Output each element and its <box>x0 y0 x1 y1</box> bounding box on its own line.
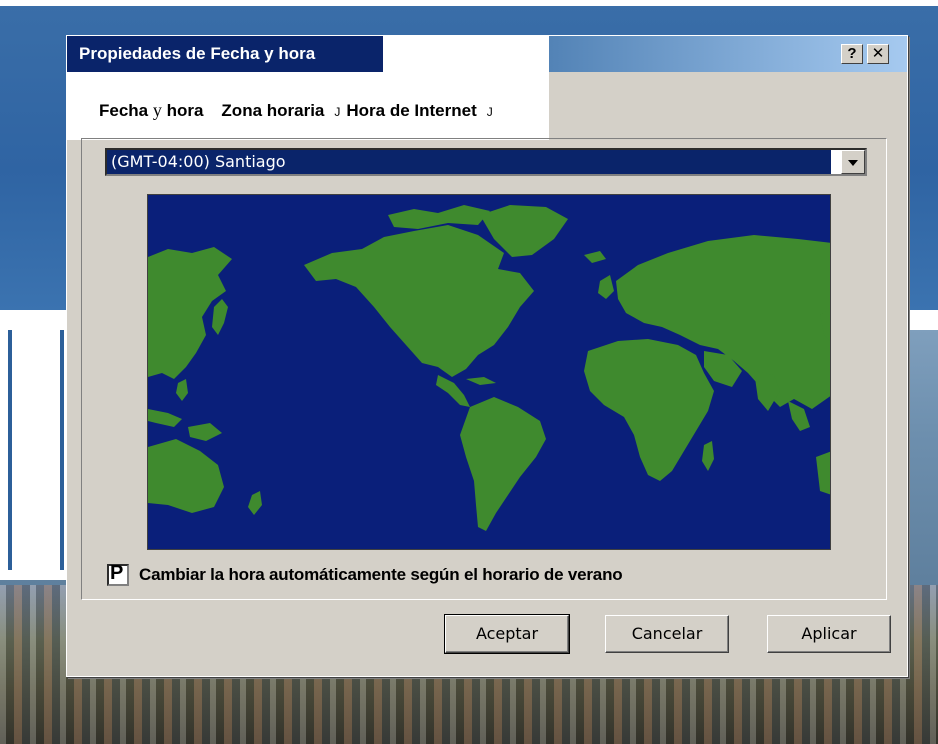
timezone-selected-value: (GMT-04:00) Santiago <box>107 150 831 174</box>
dropdown-button[interactable] <box>841 150 865 174</box>
title-blank <box>383 36 549 72</box>
help-icon: ? <box>847 45 857 62</box>
tab-fecha-y-hora[interactable]: Fecha y hora <box>99 100 203 121</box>
tab-label: Fecha <box>99 101 153 120</box>
ok-button[interactable]: Aceptar <box>444 614 570 654</box>
dst-checkbox-label[interactable]: Cambiar la hora automáticamente según el… <box>139 565 623 585</box>
help-button[interactable]: ? <box>841 44 863 64</box>
world-map-graphic <box>148 195 830 549</box>
white-strip <box>0 0 938 6</box>
dst-checkbox-row[interactable]: P Cambiar la hora automáticamente según … <box>107 562 623 586</box>
tab-strip: Fecha y hora Zona horaria J Hora de Inte… <box>99 100 499 121</box>
blue-stripe <box>8 330 12 570</box>
checkmark-icon: P <box>110 562 124 584</box>
tab-label-y: y <box>152 100 162 120</box>
tab-label: hora <box>161 101 204 120</box>
datetime-dialog: Propiedades de Fecha y hora ? ✕ Fecha y … <box>66 35 908 677</box>
title-bar[interactable]: Propiedades de Fecha y hora ? ✕ <box>67 36 907 72</box>
tab-hora-de-internet[interactable]: Hora de Internet <box>346 101 476 121</box>
apply-button[interactable]: Aplicar <box>767 615 891 653</box>
window-title: Propiedades de Fecha y hora <box>79 44 316 63</box>
tab-separator: J <box>486 105 493 119</box>
world-map <box>147 194 831 550</box>
close-icon: ✕ <box>871 45 885 62</box>
dst-checkbox[interactable]: P <box>107 562 129 586</box>
tab-separator: J <box>334 105 341 119</box>
close-button[interactable]: ✕ <box>867 44 889 64</box>
blue-stripe <box>60 330 64 570</box>
timezone-select[interactable]: (GMT-04:00) Santiago <box>105 148 867 176</box>
chevron-down-icon <box>848 160 858 166</box>
cancel-button[interactable]: Cancelar <box>605 615 729 653</box>
tab-zona-horaria[interactable]: Zona horaria <box>221 101 324 121</box>
